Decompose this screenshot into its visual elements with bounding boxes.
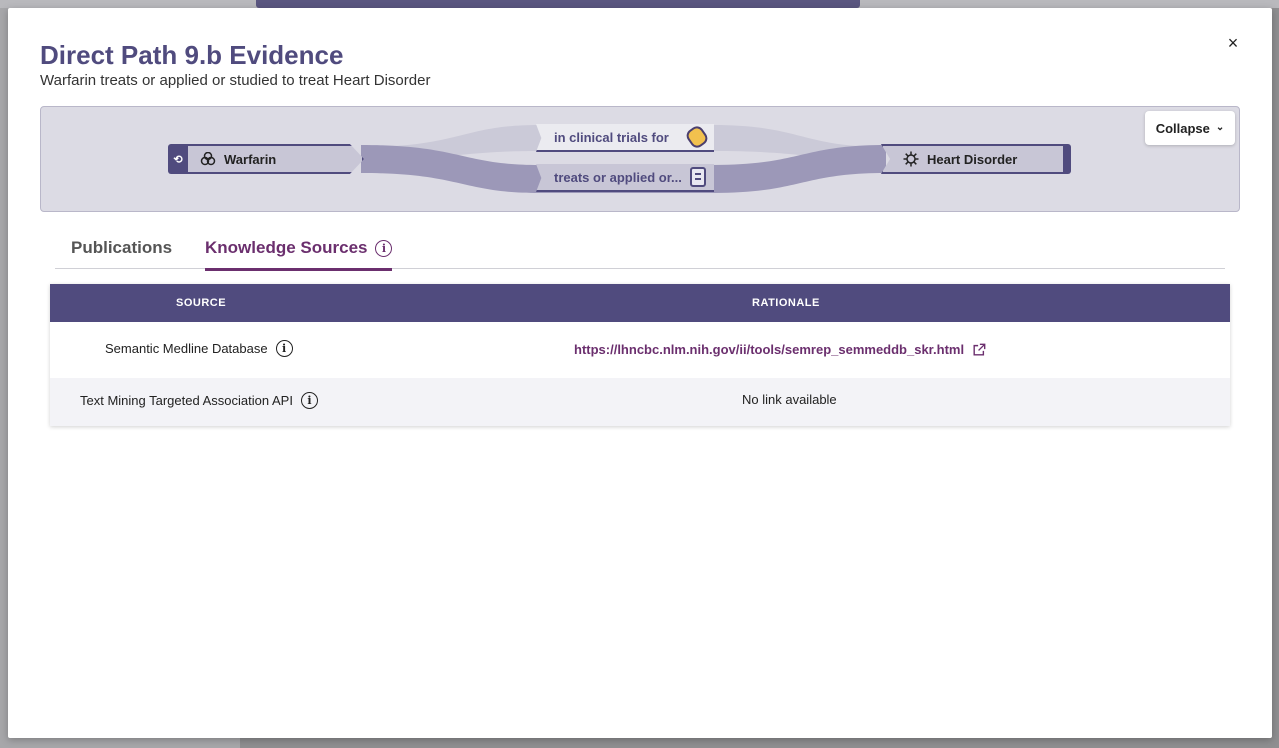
source-cell: Semantic Medline Database i xyxy=(105,340,293,357)
rationale-link[interactable]: https://lhncbc.nlm.nih.gov/ii/tools/semr… xyxy=(574,342,986,357)
edge-label: treats or applied or... xyxy=(554,169,682,185)
modal-title: Direct Path 9.b Evidence xyxy=(40,40,344,70)
tab-knowledge-sources-label: Knowledge Sources xyxy=(205,238,368,257)
source-cell: Text Mining Targeted Association API i xyxy=(80,392,318,409)
header-source: SOURCE xyxy=(176,297,227,309)
tab-knowledge-sources[interactable]: Knowledge Sources i xyxy=(205,238,393,271)
subject-node[interactable]: ⟲ Warfarin xyxy=(168,144,364,174)
document-icon xyxy=(690,167,706,187)
edge-treats[interactable]: treats or applied or... xyxy=(536,164,714,192)
close-button[interactable]: × xyxy=(1224,32,1242,54)
source-name: Text Mining Targeted Association API xyxy=(80,393,293,408)
path-panel: ⟲ Warfarin in clinical trials for treats… xyxy=(40,106,1240,212)
source-name: Semantic Medline Database xyxy=(105,341,268,356)
edge-label: in clinical trials for xyxy=(554,129,669,145)
object-node[interactable]: Heart Disorder xyxy=(881,144,1071,174)
table-header: SOURCE RATIONALE xyxy=(50,284,1230,322)
object-node-body: Heart Disorder xyxy=(881,144,1063,174)
modal-subtitle: Warfarin treats or applied or studied to… xyxy=(40,72,431,89)
rationale-text: No link available xyxy=(742,392,837,407)
object-node-cap xyxy=(1063,144,1071,174)
evidence-modal: × Direct Path 9.b Evidence Warfarin trea… xyxy=(8,8,1272,738)
knowledge-sources-table: SOURCE RATIONALE Semantic Medline Databa… xyxy=(50,284,1230,426)
history-icon: ⟲ xyxy=(168,144,188,174)
tab-publications[interactable]: Publications xyxy=(71,238,172,268)
info-icon[interactable]: i xyxy=(300,392,318,409)
edge-clinical-trials[interactable]: in clinical trials for xyxy=(536,124,714,152)
collapse-label: Collapse xyxy=(1155,120,1210,136)
rationale-url: https://lhncbc.nlm.nih.gov/ii/tools/semr… xyxy=(574,342,965,357)
pill-icon xyxy=(683,124,711,151)
header-rationale: RATIONALE xyxy=(752,297,820,309)
subject-node-body: Warfarin xyxy=(188,144,364,174)
background-path-bar xyxy=(256,0,860,8)
subject-label: Warfarin xyxy=(224,151,277,167)
chevron-down-icon: ⌄ xyxy=(1215,121,1225,133)
external-link-icon xyxy=(973,343,986,356)
object-label: Heart Disorder xyxy=(927,151,1018,167)
table-row: Semantic Medline Database i https://lhnc… xyxy=(50,322,1230,378)
virus-icon xyxy=(903,151,919,167)
collapse-button[interactable]: Collapse ⌄ xyxy=(1145,111,1235,145)
table-row: Text Mining Targeted Association API i N… xyxy=(50,378,1230,426)
pill-molecule-icon xyxy=(200,152,216,166)
info-icon[interactable]: i xyxy=(275,340,293,357)
info-icon[interactable]: i xyxy=(375,239,393,257)
evidence-tabs: Publications Knowledge Sources i xyxy=(55,230,1225,271)
